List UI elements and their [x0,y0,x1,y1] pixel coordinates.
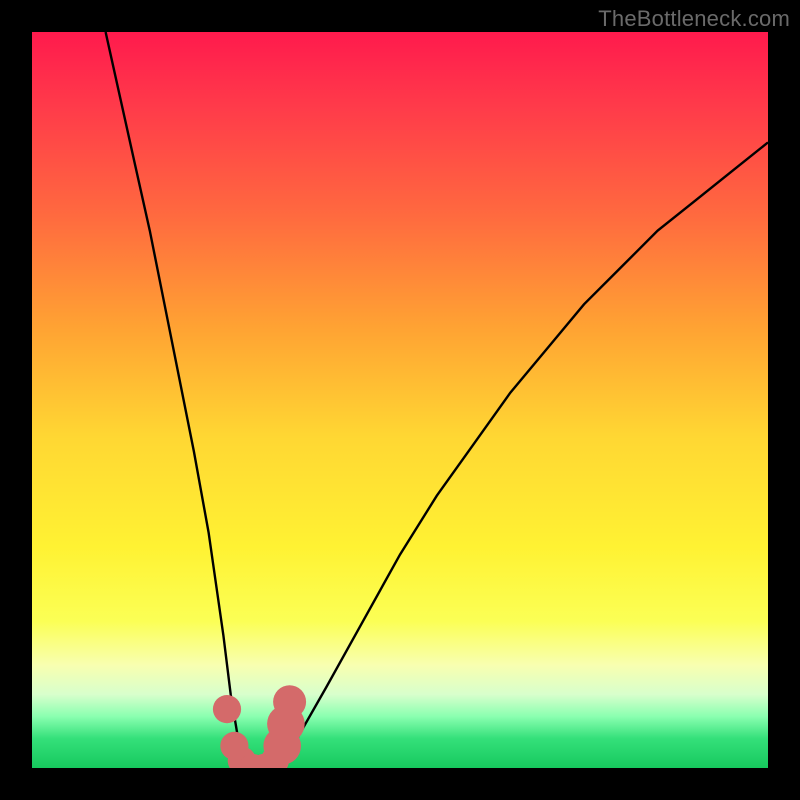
bottleneck-curve-path [106,32,768,768]
plot-area [32,32,768,768]
curve-marker [273,685,306,718]
curve-layer [32,32,768,768]
watermark-text: TheBottleneck.com [598,6,790,32]
chart-frame: TheBottleneck.com [0,0,800,800]
curve-markers [213,685,306,768]
curve-marker [213,695,241,723]
